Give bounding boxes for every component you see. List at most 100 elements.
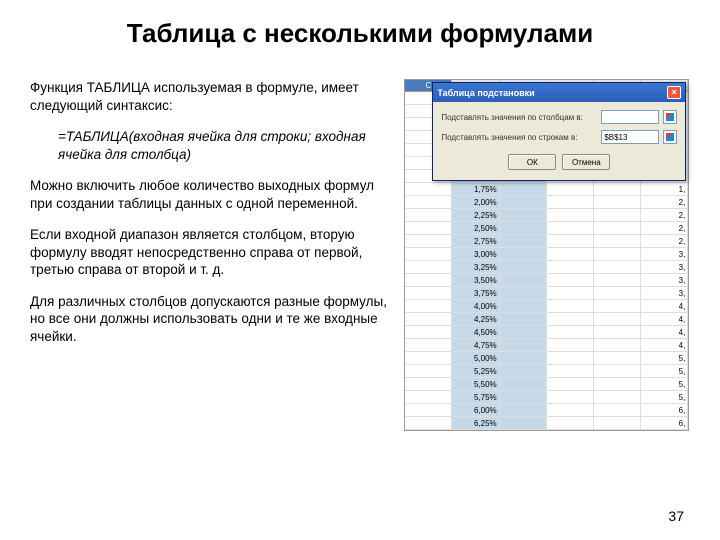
cell[interactable]	[547, 183, 594, 196]
cell[interactable]: 1,	[641, 183, 688, 196]
cell[interactable]	[405, 248, 452, 261]
cell[interactable]: 2,75%	[452, 235, 499, 248]
cell[interactable]	[594, 378, 641, 391]
cell[interactable]	[500, 391, 547, 404]
cell[interactable]: 5,	[641, 365, 688, 378]
cell[interactable]	[500, 326, 547, 339]
cell[interactable]: 3,00%	[452, 248, 499, 261]
cell[interactable]: 6,00%	[452, 404, 499, 417]
cell[interactable]: 2,	[641, 235, 688, 248]
cell[interactable]	[405, 287, 452, 300]
cell[interactable]: 4,	[641, 339, 688, 352]
cell[interactable]: 4,	[641, 313, 688, 326]
cell[interactable]	[547, 378, 594, 391]
cell[interactable]	[500, 248, 547, 261]
col-input-field[interactable]	[601, 110, 659, 124]
cell[interactable]	[594, 235, 641, 248]
cell[interactable]	[405, 183, 452, 196]
cell[interactable]: 5,75%	[452, 391, 499, 404]
row-input-field[interactable]: $B$13	[601, 130, 659, 144]
cell[interactable]	[405, 209, 452, 222]
cell[interactable]: 1,75%	[452, 183, 499, 196]
cell[interactable]	[594, 313, 641, 326]
cell[interactable]	[547, 196, 594, 209]
cell[interactable]	[500, 274, 547, 287]
cell[interactable]	[594, 352, 641, 365]
cell[interactable]	[594, 391, 641, 404]
cell[interactable]: 2,50%	[452, 222, 499, 235]
cell[interactable]	[500, 183, 547, 196]
cell[interactable]	[500, 261, 547, 274]
cell[interactable]	[547, 261, 594, 274]
cell[interactable]: 5,25%	[452, 365, 499, 378]
cell[interactable]	[405, 365, 452, 378]
cell[interactable]: 2,	[641, 222, 688, 235]
cell[interactable]	[594, 287, 641, 300]
cell[interactable]	[405, 391, 452, 404]
cell[interactable]: 6,	[641, 404, 688, 417]
cell[interactable]	[405, 196, 452, 209]
cell[interactable]: 4,00%	[452, 300, 499, 313]
cell[interactable]: 2,	[641, 196, 688, 209]
cell[interactable]	[547, 339, 594, 352]
cell[interactable]	[405, 378, 452, 391]
cell[interactable]	[547, 352, 594, 365]
cell[interactable]: 4,	[641, 326, 688, 339]
cell[interactable]	[594, 274, 641, 287]
cell[interactable]	[500, 417, 547, 430]
cell[interactable]: 2,00%	[452, 196, 499, 209]
cell[interactable]: 3,	[641, 274, 688, 287]
cell[interactable]	[594, 183, 641, 196]
cell[interactable]	[594, 300, 641, 313]
cell[interactable]: 5,50%	[452, 378, 499, 391]
cell[interactable]: 5,	[641, 378, 688, 391]
cell[interactable]	[500, 287, 547, 300]
range-picker-icon[interactable]	[663, 110, 677, 124]
cell[interactable]: 5,00%	[452, 352, 499, 365]
cell[interactable]	[405, 261, 452, 274]
cell[interactable]: 3,50%	[452, 274, 499, 287]
cell[interactable]	[594, 222, 641, 235]
cell[interactable]: 4,75%	[452, 339, 499, 352]
cell[interactable]: 3,75%	[452, 287, 499, 300]
cell[interactable]: 4,50%	[452, 326, 499, 339]
cell[interactable]: 5,	[641, 352, 688, 365]
cell[interactable]	[405, 339, 452, 352]
cell[interactable]: 2,25%	[452, 209, 499, 222]
cell[interactable]	[405, 274, 452, 287]
cell[interactable]	[500, 235, 547, 248]
cell[interactable]	[405, 326, 452, 339]
cell[interactable]	[405, 235, 452, 248]
cell[interactable]	[594, 339, 641, 352]
cell[interactable]	[500, 365, 547, 378]
cell[interactable]	[594, 248, 641, 261]
cell[interactable]	[547, 417, 594, 430]
cell[interactable]	[594, 196, 641, 209]
cell[interactable]	[594, 209, 641, 222]
cell[interactable]	[500, 196, 547, 209]
cell[interactable]	[547, 248, 594, 261]
cell[interactable]	[547, 404, 594, 417]
cell[interactable]: 5,	[641, 391, 688, 404]
cell[interactable]	[500, 339, 547, 352]
cell[interactable]	[405, 300, 452, 313]
cell[interactable]	[547, 222, 594, 235]
cell[interactable]	[594, 417, 641, 430]
cell[interactable]	[547, 365, 594, 378]
cell[interactable]	[405, 313, 452, 326]
cell[interactable]: 6,	[641, 417, 688, 430]
cell[interactable]	[547, 313, 594, 326]
cell[interactable]	[500, 300, 547, 313]
cell[interactable]	[594, 404, 641, 417]
cell[interactable]	[500, 378, 547, 391]
cell[interactable]	[547, 235, 594, 248]
cell[interactable]	[405, 417, 452, 430]
cell[interactable]: 3,	[641, 287, 688, 300]
cell[interactable]: 6,25%	[452, 417, 499, 430]
cell[interactable]	[547, 300, 594, 313]
range-picker-icon[interactable]	[663, 130, 677, 144]
cancel-button[interactable]: Отмена	[562, 154, 610, 170]
cell[interactable]	[500, 209, 547, 222]
cell[interactable]: 3,	[641, 248, 688, 261]
cell[interactable]	[500, 352, 547, 365]
